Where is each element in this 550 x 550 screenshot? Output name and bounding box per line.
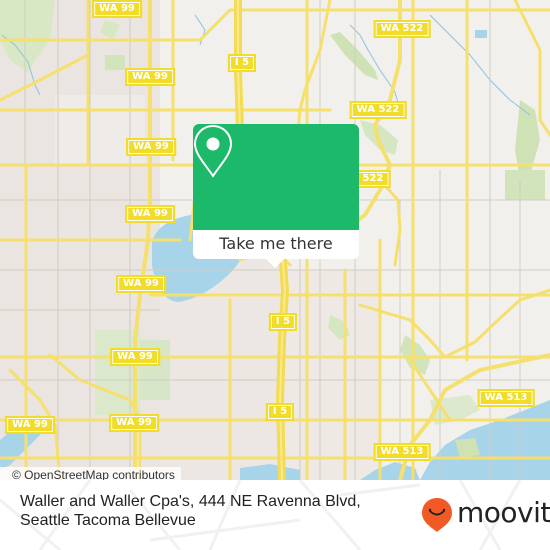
wa522-shield-1: WA 522 xyxy=(373,20,431,38)
popup-header xyxy=(193,124,359,230)
moovit-smiley-pin-icon xyxy=(422,498,452,532)
wa99-shield-1: WA 99 xyxy=(92,0,142,18)
i5-shield-1: I 5 xyxy=(227,54,257,72)
i5-shield-3: I 5 xyxy=(265,403,295,421)
wa513-shield-2: WA 513 xyxy=(373,443,431,461)
popup-pointer xyxy=(266,259,284,268)
wa513-shield-1: WA 513 xyxy=(477,389,535,407)
wa99-shield-4: WA 99 xyxy=(125,205,175,223)
wa99-shield-6: WA 99 xyxy=(110,348,160,366)
take-me-there-label: Take me there xyxy=(219,234,333,253)
park-area xyxy=(330,32,378,80)
urban-area xyxy=(280,270,380,480)
moovit-wordmark: moovit xyxy=(457,496,550,529)
take-me-there-button[interactable]: Take me there xyxy=(193,230,359,259)
address-line-2: Seattle Tacoma Bellevue xyxy=(20,512,196,529)
place-address: Waller and Waller Cpa's, 444 NE Ravenna … xyxy=(20,492,361,530)
park-area xyxy=(505,170,545,200)
wa99-shield-7: WA 99 xyxy=(109,414,159,432)
footer: Waller and Waller Cpa's, 444 NE Ravenna … xyxy=(0,480,550,550)
i5-shield-2: I 5 xyxy=(268,313,298,331)
park-area xyxy=(105,55,125,70)
map-view[interactable]: WA 99 WA 99 WA 99 WA 99 WA 99 WA 99 WA 9… xyxy=(0,0,550,480)
wa99-shield-3: WA 99 xyxy=(126,138,176,156)
park-area xyxy=(515,100,540,180)
location-popup: Take me there xyxy=(193,124,359,268)
wa99-shield-5: WA 99 xyxy=(116,275,166,293)
map-pin-icon xyxy=(193,124,233,178)
wa99-shield-2: WA 99 xyxy=(125,68,175,86)
moovit-logo[interactable]: moovit xyxy=(421,496,550,532)
wa99-shield-8: WA 99 xyxy=(5,416,55,434)
pond xyxy=(475,30,487,38)
wa522-shield-2: WA 522 xyxy=(349,101,407,119)
address-line-1: Waller and Waller Cpa's, 444 NE Ravenna … xyxy=(20,493,361,510)
map-attribution[interactable]: © OpenStreetMap contributors xyxy=(0,467,181,480)
